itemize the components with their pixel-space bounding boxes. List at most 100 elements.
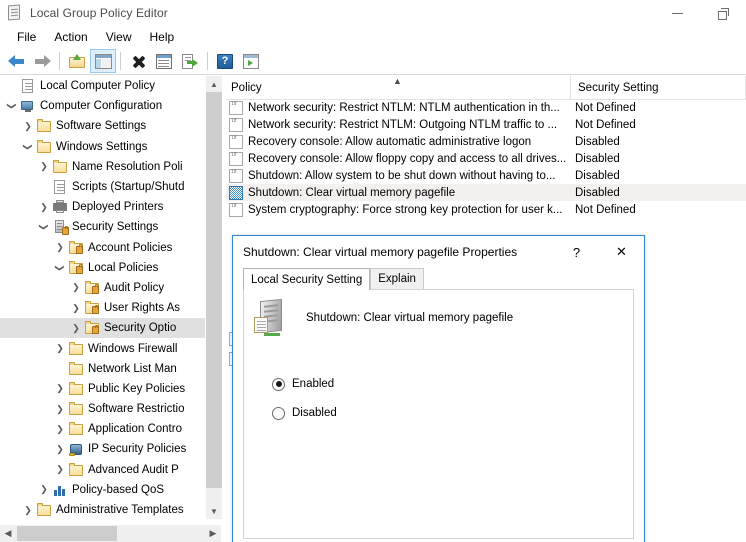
window-controls xyxy=(654,0,746,26)
radio-enabled[interactable]: Enabled xyxy=(272,373,337,395)
help-button[interactable]: ? xyxy=(212,49,238,73)
policy-list-row[interactable]: Recovery console: Allow floppy copy and … xyxy=(226,150,746,167)
tree-item-policy-based-qos[interactable]: ❯ Policy-based QoS xyxy=(0,480,205,500)
chevron-right-icon[interactable]: ❯ xyxy=(52,381,68,397)
policy-list-row[interactable]: Network security: Restrict NTLM: Outgoin… xyxy=(226,116,746,133)
dialog-close-button[interactable]: ✕ xyxy=(599,237,644,267)
scroll-up-icon[interactable]: ▲ xyxy=(206,76,222,92)
tab-local-security-setting[interactable]: Local Security Setting xyxy=(243,268,371,290)
window-titlebar: Local Group Policy Editor xyxy=(0,0,746,27)
tree-item-software-settings[interactable]: ❯ Software Settings xyxy=(0,116,205,136)
tree-item-application-contro[interactable]: ❯ Application Contro xyxy=(0,419,205,439)
menu-action[interactable]: Action xyxy=(45,27,96,47)
folder-icon xyxy=(68,381,84,397)
tree-item-ip-security-policies[interactable]: ❯ IP Security Policies xyxy=(0,439,205,459)
export-list-button[interactable] xyxy=(177,49,203,73)
policy-list-row[interactable]: Shutdown: Allow system to be shut down w… xyxy=(226,167,746,184)
tree-item-security-settings[interactable]: ❯ Security Settings xyxy=(0,217,205,237)
tree-item-local-policies[interactable]: ❯ Local Policies xyxy=(0,258,205,278)
tab-explain[interactable]: Explain xyxy=(370,268,424,289)
chevron-down-icon[interactable]: ❯ xyxy=(52,260,68,276)
chevron-right-icon[interactable]: ❯ xyxy=(52,401,68,417)
chevron-right-icon[interactable]: ❯ xyxy=(52,240,68,256)
chevron-right-icon[interactable]: ❯ xyxy=(52,341,68,357)
policy-name: Shutdown: Clear virtual memory pagefile xyxy=(248,186,456,199)
scroll-left-icon[interactable]: ◀ xyxy=(0,525,16,542)
tree-horizontal-scrollbar[interactable]: ◀ ▶ xyxy=(0,524,221,542)
policy-list-row[interactable]: Network security: Restrict NTLM: NTLM au… xyxy=(226,99,746,116)
tree-hscroll-thumb[interactable] xyxy=(17,526,117,541)
tree-vertical-scrollbar[interactable]: ▲ ▼ xyxy=(205,76,222,519)
tree-item-account-policies[interactable]: ❯ Account Policies xyxy=(0,238,205,258)
folder-icon xyxy=(68,341,84,357)
chevron-right-icon[interactable]: ❯ xyxy=(68,280,84,296)
tree-item-label: IP Security Policies xyxy=(88,443,187,456)
scroll-right-icon[interactable]: ▶ xyxy=(205,525,221,542)
policy-icon xyxy=(229,100,243,115)
chevron-right-icon[interactable]: ❯ xyxy=(20,118,36,134)
radio-disabled-indicator[interactable] xyxy=(272,406,285,420)
menu-help[interactable]: Help xyxy=(141,27,184,47)
chevron-right-icon[interactable]: ❯ xyxy=(52,441,68,457)
tree-vscroll-thumb[interactable] xyxy=(206,92,222,488)
properties-button[interactable] xyxy=(151,49,177,73)
restore-button[interactable] xyxy=(700,0,746,26)
tree-item-name-resolution-poli[interactable]: ❯ Name Resolution Poli xyxy=(0,157,205,177)
policy-list-row[interactable]: System cryptography: Force strong key pr… xyxy=(226,201,746,218)
chevron-right-icon[interactable]: ❯ xyxy=(68,300,84,316)
column-security-setting[interactable]: Security Setting xyxy=(571,76,746,99)
menu-file[interactable]: File xyxy=(8,27,45,47)
chevron-right-icon[interactable]: ❯ xyxy=(36,199,52,215)
chevron-right-icon[interactable]: ❯ xyxy=(68,320,84,336)
tree-item-deployed-printers[interactable]: ❯ Deployed Printers xyxy=(0,197,205,217)
chevron-right-icon[interactable]: ❯ xyxy=(36,159,52,175)
delete-button[interactable] xyxy=(125,49,151,73)
tree-item-software-restrictio[interactable]: ❯ Software Restrictio xyxy=(0,399,205,419)
tree-item-scripts-startup-shutd[interactable]: Scripts (Startup/Shutd xyxy=(0,177,205,197)
radio-enabled-indicator[interactable] xyxy=(272,377,285,391)
tree-item-audit-policy[interactable]: ❯ Audit Policy xyxy=(0,278,205,298)
tree-item-network-list-man[interactable]: Network List Man xyxy=(0,359,205,379)
window-title: Local Group Policy Editor xyxy=(30,6,168,20)
folder-lock-icon xyxy=(84,300,100,316)
tree-item-security-optio[interactable]: ❯ Security Optio xyxy=(0,318,205,339)
chevron-right-icon[interactable]: ❯ xyxy=(52,462,68,478)
policy-list-row[interactable]: Shutdown: Clear virtual memory pagefile D… xyxy=(226,184,746,201)
chevron-down-icon[interactable]: ❯ xyxy=(36,219,52,235)
tree-item-public-key-policies[interactable]: ❯ Public Key Policies xyxy=(0,379,205,399)
scroll-down-icon[interactable]: ▼ xyxy=(206,503,222,519)
tree-item-windows-settings[interactable]: ❯ Windows Settings xyxy=(0,137,205,157)
column-policy[interactable]: Policy ▲ xyxy=(226,76,571,99)
show-hide-console-tree-button[interactable] xyxy=(90,49,116,73)
chevron-right-icon[interactable]: ❯ xyxy=(52,421,68,437)
tree-item-user-rights-as[interactable]: ❯ User Rights As xyxy=(0,298,205,318)
console-tree-pane: Local Computer Policy ❯ Computer Configura… xyxy=(0,76,222,542)
chevron-right-icon[interactable]: ❯ xyxy=(20,502,36,518)
chevron-right-icon[interactable]: ❯ xyxy=(36,482,52,498)
back-arrow-icon xyxy=(7,54,25,68)
back-button[interactable] xyxy=(3,49,29,73)
dialog-help-button[interactable]: ? xyxy=(554,237,599,267)
tree-item-administrative-templates[interactable]: ❯ Administrative Templates xyxy=(0,500,205,519)
export-list-icon xyxy=(182,53,198,69)
tree-item-local-computer-policy[interactable]: Local Computer Policy xyxy=(0,76,205,96)
column-security-setting-label: Security Setting xyxy=(578,81,659,94)
tree-item-windows-firewall[interactable]: ❯ Windows Firewall xyxy=(0,338,205,358)
forward-button[interactable] xyxy=(29,49,55,73)
filter-button[interactable] xyxy=(238,49,264,73)
chevron-down-icon[interactable]: ❯ xyxy=(4,98,20,114)
policy-tree[interactable]: Local Computer Policy ❯ Computer Configura… xyxy=(0,76,205,519)
policy-security-setting: Not Defined xyxy=(575,118,636,131)
tree-item-advanced-audit-p[interactable]: ❯ Advanced Audit P xyxy=(0,460,205,480)
forward-arrow-icon xyxy=(34,54,51,68)
chevron-down-icon[interactable]: ❯ xyxy=(20,139,36,155)
tree-item-label: Software Restrictio xyxy=(88,403,185,416)
radio-disabled[interactable]: Disabled xyxy=(272,402,337,424)
up-one-level-button[interactable] xyxy=(64,49,90,73)
tree-item-label: Application Contro xyxy=(88,423,182,436)
policy-list-row[interactable]: Recovery console: Allow automatic admini… xyxy=(226,133,746,150)
menu-view[interactable]: View xyxy=(97,27,141,47)
minimize-button[interactable] xyxy=(654,0,700,26)
tree-item-computer-configuration[interactable]: ❯ Computer Configuration xyxy=(0,96,205,116)
radio-enabled-label: Enabled xyxy=(292,378,335,390)
